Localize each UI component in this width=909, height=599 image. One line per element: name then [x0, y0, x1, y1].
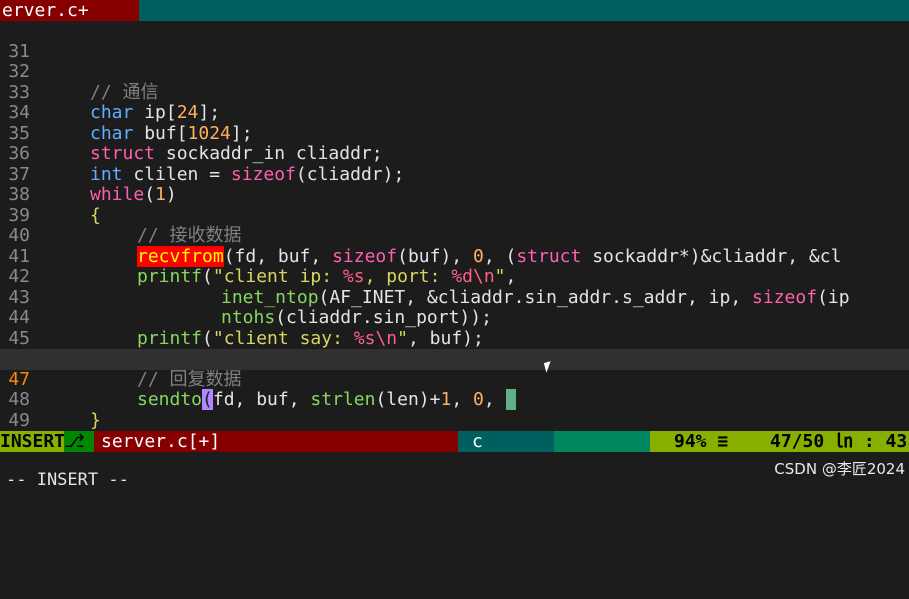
- code-line: 46 // 回复数据: [0, 329, 909, 389]
- code-line: 36 int clilen = sizeof(cliaddr);: [0, 124, 909, 184]
- code-line: 44 printf("client say: %s\n", buf);: [0, 288, 909, 348]
- code-line: 37 while(1): [0, 144, 909, 205]
- code-line-current: 47 sendto(fd, buf, strlen(len)+1, 0,: [0, 349, 909, 410]
- editor-area[interactable]: 31 32 // 通信 33 char ip[24]; 34 char buf[…: [0, 21, 909, 431]
- tab-server-c[interactable]: erver.c+: [0, 0, 139, 21]
- tab-line: erver.c+: [0, 0, 909, 21]
- code-line: 40 recvfrom(fd, buf, sizeof(buf), 0, (st…: [0, 206, 909, 267]
- code-line: 34 char buf[1024];: [0, 83, 909, 143]
- command-line[interactable]: -- INSERT --: [0, 452, 909, 490]
- code-line: 45: [0, 308, 909, 348]
- status-line: INSERT ⎇ server.c[+] c 94% ≡ 47/50 ㏑ : 4…: [0, 431, 909, 452]
- code-line: 42 inet_ntop(AF_INET, &cliaddr.sin_addr.…: [0, 247, 909, 307]
- position-segment: 94% ≡ 47/50 ㏑ : 43: [650, 431, 909, 452]
- watermark: CSDN @李匠2024: [774, 460, 905, 478]
- code-line: 49 return 0;: [0, 390, 909, 431]
- mode-indicator: INSERT: [0, 431, 64, 452]
- status-filetype: c: [472, 431, 483, 452]
- code-line: 41 printf("client ip: %s, port: %d\n",: [0, 226, 909, 287]
- code-line: 43 ntohs(cliaddr.sin_port));: [0, 267, 909, 328]
- status-filename: server.c[+]: [94, 431, 465, 452]
- git-branch-icon: ⎇: [64, 431, 94, 452]
- scroll-percent: 94% ≡: [674, 431, 729, 452]
- code-line: 38 {: [0, 165, 909, 225]
- code-line: 48 }: [0, 370, 909, 430]
- mode-message: -- INSERT --: [6, 470, 129, 490]
- code-line: 50 }: [0, 411, 909, 431]
- code-line: 31: [0, 21, 909, 61]
- code-line: 39 // 接收数据: [0, 185, 909, 246]
- code-line: 35 struct sockaddr_in cliaddr;: [0, 103, 909, 164]
- status-fill: [554, 431, 650, 452]
- code-line: 32 // 通信: [0, 42, 909, 102]
- cursor-position: 47/50 ㏑ : 43: [770, 431, 908, 452]
- code-line: 33 char ip[24];: [0, 62, 909, 123]
